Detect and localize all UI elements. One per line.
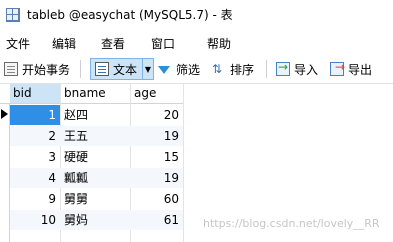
column-header-bid[interactable]: bid [10,84,61,104]
grid-corner [0,84,10,104]
menu-view[interactable]: 查看 [101,35,125,52]
menu-help[interactable]: 帮助 [207,35,231,52]
cell-bname[interactable]: 舅妈 [61,210,130,230]
cell-bid[interactable]: 3 [10,147,60,167]
row-indicator-column [0,104,10,242]
toolbar-separator [80,60,81,78]
table-row[interactable]: 2 王五 19 [10,126,183,146]
menu-file[interactable]: 文件 [6,35,30,52]
toolbar-separator [266,60,267,78]
table-row[interactable]: 9 舅舅 60 [10,189,183,209]
cell-bname[interactable]: 硬硬 [61,147,130,167]
cell-age[interactable]: 19 [131,126,183,146]
column-header-age[interactable]: age [131,84,183,104]
text-icon [95,62,109,76]
import-label: 导入 [294,62,319,77]
cell-bname[interactable]: 瓤瓤 [61,168,130,188]
cell-bid[interactable]: 1 [10,105,60,125]
cell-age[interactable]: 61 [131,210,183,230]
text-view-label: 文本 [113,62,138,77]
table-row[interactable]: 10 舅妈 61 [10,210,183,230]
text-view-button[interactable]: 文本 [90,58,143,80]
table-row[interactable]: 4 瓤瓤 19 [10,168,183,188]
table-row[interactable]: 1 赵四 20 [10,105,183,125]
filter-label: 筛选 [176,62,201,77]
menu-bar: 文件 编辑 查看 窗口 帮助 [0,29,393,53]
cell-bname[interactable]: 舅舅 [61,189,130,209]
import-button[interactable]: 导入 [276,58,318,80]
export-label: 导出 [348,62,373,77]
column-header-bname[interactable]: bname [61,84,131,104]
sort-label: 排序 [230,62,255,77]
cell-bname[interactable]: 赵四 [61,105,130,125]
column-divider [183,84,184,242]
import-icon [276,60,290,76]
cell-bid[interactable]: 2 [10,126,60,146]
view-dropdown-arrow[interactable]: ▼ [142,58,154,80]
cell-bid[interactable]: 9 [10,189,60,209]
menu-window[interactable]: 窗口 [151,35,175,52]
cell-age[interactable]: 19 [131,168,183,188]
begin-transaction-label: 开始事务 [22,62,71,77]
begin-transaction-button[interactable]: 开始事务 [4,58,70,80]
sort-icon: ⇅ [212,62,223,76]
current-row-arrow-icon [1,109,8,119]
menu-edit[interactable]: 编辑 [52,35,76,52]
cell-bid[interactable]: 4 [10,168,60,188]
watermark: https://blog.csdn.net/lovely__RR [203,217,380,230]
export-icon [330,60,345,76]
window-title: tableb @easychat (MySQL5.7) - 表 [27,8,233,22]
cell-bid[interactable]: 10 [10,210,60,230]
cell-bname[interactable]: 王五 [61,126,130,146]
toolbar: 开始事务 文本 ▼ 筛选 ⇅ 排序 导入 导出 [0,55,393,84]
export-button[interactable]: 导出 [330,58,372,80]
cell-age[interactable]: 15 [131,147,183,167]
cell-age[interactable]: 60 [131,189,183,209]
table-row[interactable]: 3 硬硬 15 [10,147,183,167]
filter-button[interactable]: 筛选 [158,58,200,80]
transaction-icon [4,62,18,76]
sort-button[interactable]: ⇅ 排序 [212,58,254,80]
filter-icon [158,66,170,74]
title-bar: tableb @easychat (MySQL5.7) - 表 [0,0,393,29]
cell-age[interactable]: 20 [131,105,183,125]
table-icon [6,7,20,22]
